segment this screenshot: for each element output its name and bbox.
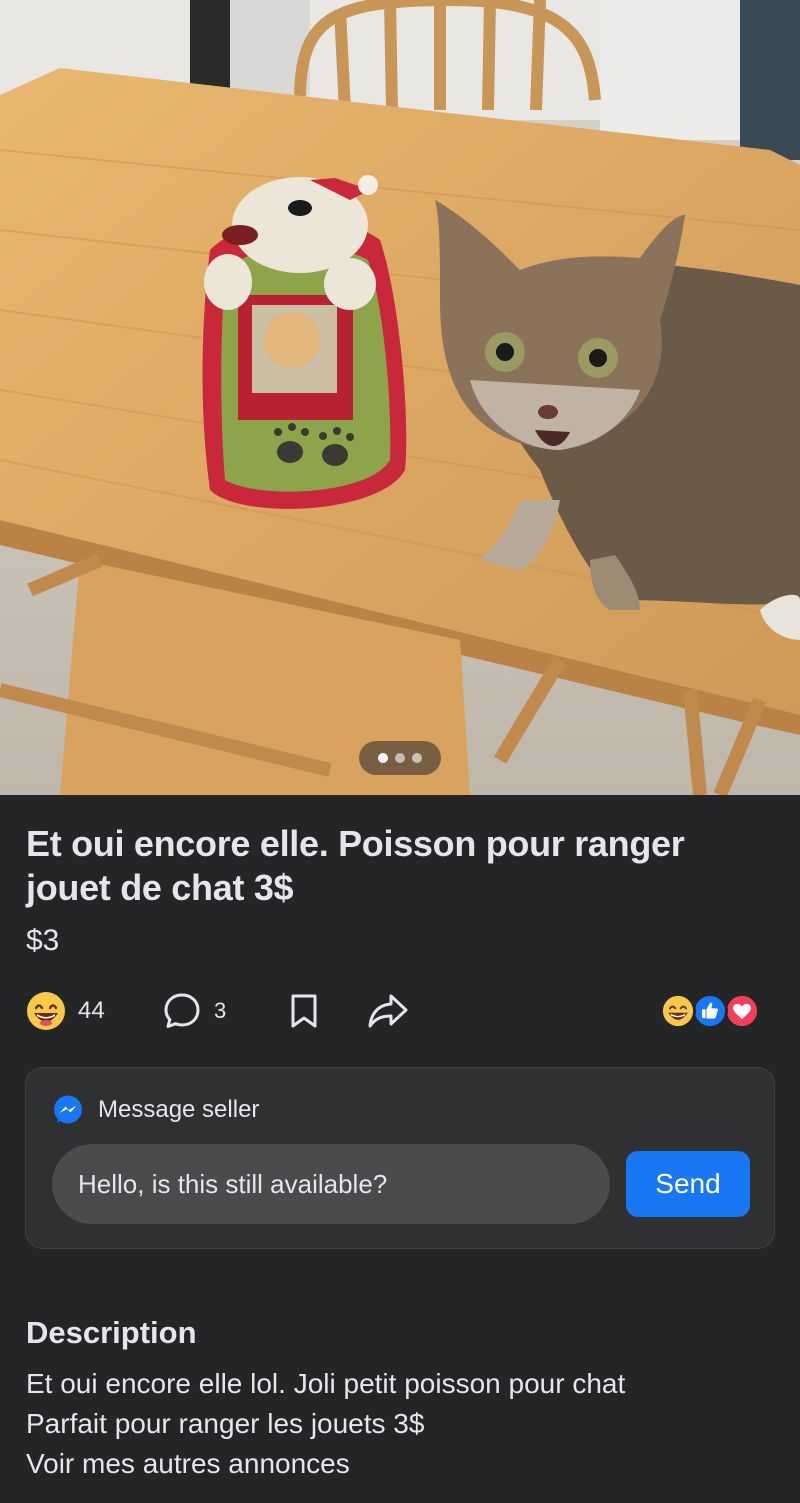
description-line: Parfait pour ranger les jouets 3$ (26, 1408, 425, 1439)
actions-row: 44 3 (26, 988, 776, 1034)
description-line[interactable]: Voir mes autres annonces (26, 1444, 625, 1484)
message-seller-card: Message seller Hello, is this still avai… (25, 1067, 775, 1249)
listing-photo-image (0, 0, 800, 795)
pager-dot-3[interactable] (412, 753, 422, 763)
save-button[interactable] (284, 988, 324, 1034)
reactions-summary[interactable] (660, 991, 764, 1031)
description-heading: Description (26, 1315, 197, 1350)
share-icon (368, 994, 408, 1028)
message-input[interactable]: Hello, is this still available? (52, 1144, 610, 1224)
comment-button[interactable]: 3 (162, 988, 226, 1034)
comment-count: 3 (214, 998, 227, 1023)
message-seller-header: Message seller (52, 1094, 259, 1126)
listing-price: $3 (26, 924, 60, 957)
like-icon (692, 993, 728, 1029)
reaction-button[interactable]: 44 (26, 988, 105, 1034)
pager-dot-1[interactable] (378, 753, 388, 763)
description-body: Et oui encore elle lol. Joli petit poiss… (26, 1364, 625, 1484)
description-line: Et oui encore elle lol. Joli petit poiss… (26, 1368, 626, 1399)
love-icon (724, 993, 760, 1029)
message-seller-label: Message seller (98, 1096, 260, 1123)
messenger-icon (54, 1095, 82, 1124)
send-button[interactable]: Send (626, 1151, 750, 1217)
listing-photo[interactable] (0, 0, 800, 795)
grinning-emoji-icon (27, 992, 65, 1030)
listing-title: Et oui encore elle. Poisson pour ranger … (26, 823, 685, 908)
share-button[interactable] (366, 988, 410, 1034)
photo-pager[interactable] (359, 741, 441, 775)
reaction-count: 44 (78, 997, 105, 1024)
grinning-emoji-icon (660, 993, 696, 1029)
pager-dot-2[interactable] (395, 753, 405, 763)
bookmark-icon (291, 994, 317, 1028)
comment-icon (164, 993, 200, 1028)
